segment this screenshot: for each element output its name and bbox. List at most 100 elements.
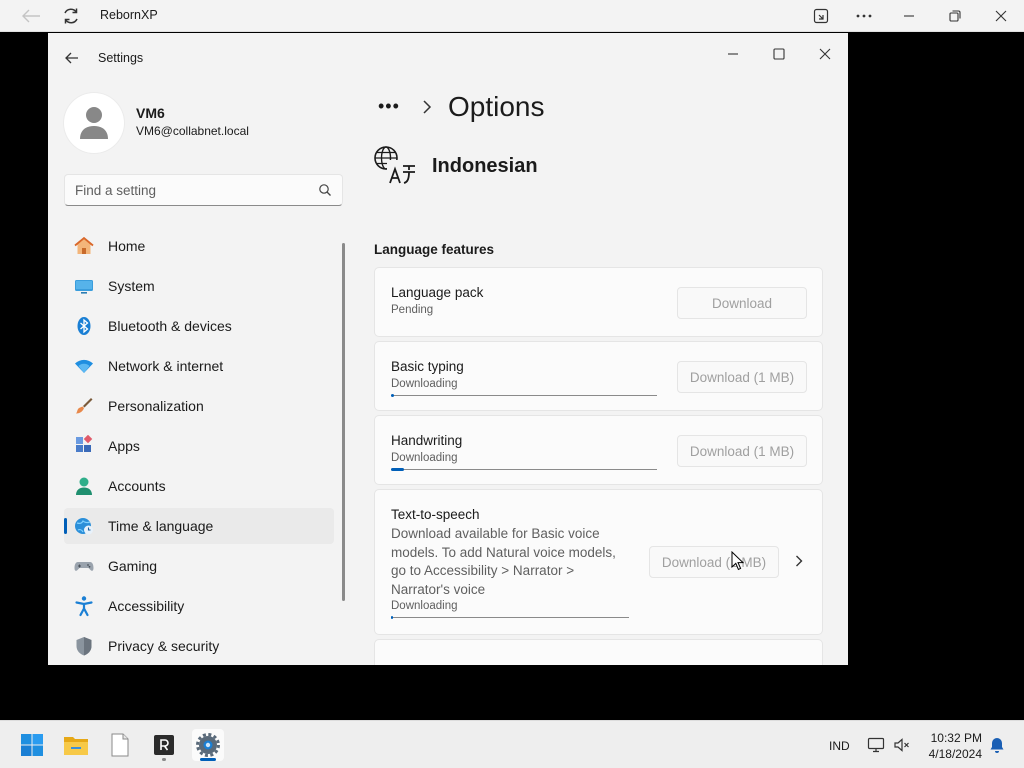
sidebar-item-accessibility[interactable]: Accessibility <box>64 588 334 624</box>
download-button[interactable]: Download (1 MB) <box>677 435 807 467</box>
notification-bell-icon[interactable] <box>988 736 1006 754</box>
back-arrow-icon[interactable] <box>63 49 81 67</box>
window-close-icon[interactable] <box>810 39 840 69</box>
page-title: Options <box>448 91 545 122</box>
brush-icon <box>73 395 95 417</box>
sidebar-item-network[interactable]: Network & internet <box>64 348 334 384</box>
chevron-right-icon <box>421 99 433 120</box>
home-icon <box>73 235 95 257</box>
progress-bar <box>391 394 657 397</box>
close-icon[interactable] <box>988 4 1014 28</box>
download-button[interactable]: Download <box>677 287 807 319</box>
sidebar-item-label: Accounts <box>108 478 166 494</box>
feature-card-basic-typing: Basic typing Downloading Download (1 MB) <box>374 341 823 411</box>
sidebar-scrollbar[interactable] <box>342 243 345 601</box>
feature-card-more <box>374 639 823 665</box>
windows-start-icon[interactable] <box>16 729 48 761</box>
profile-name: VM6 <box>136 105 165 121</box>
progress-bar <box>391 468 657 471</box>
rebornxp-icon[interactable] <box>148 729 180 761</box>
section-title-language-features: Language features <box>374 242 495 257</box>
restore-icon[interactable] <box>942 4 968 28</box>
sidebar-item-label: Privacy & security <box>108 638 220 654</box>
progress-bar <box>391 616 629 619</box>
sidebar-nav: Home System Bluetooth & devices Network … <box>64 228 334 665</box>
clock-date[interactable]: 4/18/2024 <box>920 747 982 761</box>
window-title: Settings <box>98 51 144 65</box>
minimize-icon[interactable] <box>896 4 922 28</box>
feature-card-text-to-speech[interactable]: Text-to-speech Download available for Ba… <box>374 489 823 635</box>
apps-icon <box>73 435 95 457</box>
sidebar-item-label: Network & internet <box>108 358 224 374</box>
window-maximize-icon[interactable] <box>764 39 794 69</box>
notepad-icon[interactable] <box>104 729 136 761</box>
feature-card-handwriting: Handwriting Downloading Download (1 MB) <box>374 415 823 485</box>
search-input[interactable] <box>65 175 305 205</box>
gamepad-icon <box>73 555 95 577</box>
file-explorer-icon[interactable] <box>60 729 92 761</box>
feature-status: Downloading <box>391 378 458 390</box>
window-minimize-icon[interactable] <box>718 39 748 69</box>
refresh-icon[interactable] <box>61 6 81 26</box>
running-indicator <box>162 758 166 761</box>
taskbar: IND 10:32 PM 4/18/2024 <box>0 720 1024 768</box>
feature-title: Handwriting <box>391 433 463 448</box>
breadcrumb-overflow[interactable]: ••• <box>378 96 400 117</box>
feature-title: Basic typing <box>391 359 464 374</box>
progress-fill <box>391 468 405 471</box>
globe-clock-icon <box>73 515 95 537</box>
display-icon[interactable] <box>867 736 885 754</box>
accessibility-icon <box>73 595 95 617</box>
sidebar-item-label: System <box>108 278 155 294</box>
sidebar-item-apps[interactable]: Apps <box>64 428 334 464</box>
sidebar-item-privacy-security[interactable]: Privacy & security <box>64 628 334 664</box>
profile-email: VM6@collabnet.local <box>136 124 249 138</box>
sidebar-item-home[interactable]: Home <box>64 228 334 264</box>
volume-muted-icon[interactable] <box>893 736 911 754</box>
account-icon <box>73 475 95 497</box>
feature-title: Language pack <box>391 285 484 300</box>
sidebar-item-system[interactable]: System <box>64 268 334 304</box>
sidebar-item-label: Bluetooth & devices <box>108 318 232 334</box>
sidebar-item-label: Home <box>108 238 146 254</box>
download-button[interactable]: Download (1 MB) <box>649 546 779 578</box>
sidebar-item-label: Apps <box>108 438 140 454</box>
feature-title: Text-to-speech <box>391 507 480 522</box>
input-language[interactable]: IND <box>829 739 850 753</box>
sidebar-item-label: Gaming <box>108 558 158 574</box>
active-indicator <box>200 758 216 761</box>
sidebar-item-label: Personalization <box>108 398 204 414</box>
host-app-title: RebornXP <box>100 8 158 22</box>
search-icon[interactable] <box>318 183 332 197</box>
avatar <box>64 93 124 153</box>
cast-icon[interactable] <box>808 4 834 28</box>
feature-status: Downloading <box>391 452 458 464</box>
mouse-cursor-icon <box>731 550 745 571</box>
shield-icon <box>73 635 95 657</box>
wifi-icon <box>73 355 95 377</box>
settings-window: Settings VM6 VM6@collabnet.local Home <box>48 33 848 665</box>
language-icon <box>373 145 417 185</box>
sidebar-item-bluetooth[interactable]: Bluetooth & devices <box>64 308 334 344</box>
sidebar-item-gaming[interactable]: Gaming <box>64 548 334 584</box>
feature-description: Download available for Basic voice model… <box>391 526 616 597</box>
sidebar-item-time-language[interactable]: Time & language <box>64 508 334 544</box>
bluetooth-icon <box>73 315 95 337</box>
sidebar-item-personalization[interactable]: Personalization <box>64 388 334 424</box>
feature-status: Downloading <box>391 600 458 612</box>
progress-fill <box>391 394 394 397</box>
clock-time[interactable]: 10:32 PM <box>920 731 982 745</box>
sidebar-item-label: Accessibility <box>108 598 185 614</box>
chevron-right-icon[interactable] <box>794 554 804 573</box>
more-icon[interactable] <box>851 4 877 28</box>
sidebar-item-label: Time & language <box>108 518 214 534</box>
sidebar-item-accounts[interactable]: Accounts <box>64 468 334 504</box>
settings-icon[interactable] <box>192 729 224 761</box>
feature-status: Pending <box>391 304 434 316</box>
host-title-bar: RebornXP <box>0 0 1024 32</box>
feature-card-language-pack: Language pack Pending Download <box>374 267 823 337</box>
language-name: Indonesian <box>432 155 538 177</box>
search-box[interactable] <box>64 174 343 206</box>
download-button[interactable]: Download (1 MB) <box>677 361 807 393</box>
back-arrow-icon[interactable] <box>20 7 42 25</box>
